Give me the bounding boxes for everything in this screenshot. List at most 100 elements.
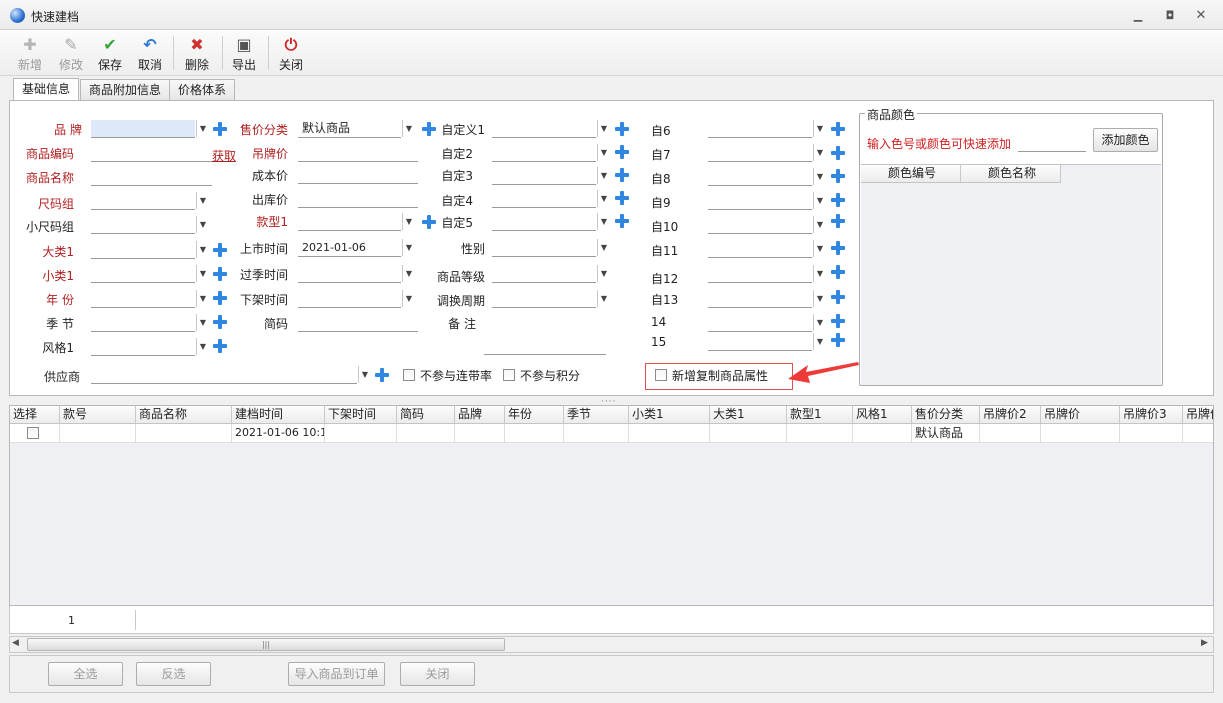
table-cell[interactable]: 2021-01-06 10:1	[232, 424, 325, 443]
add-c7-icon[interactable]	[831, 146, 845, 160]
chevron-down-icon[interactable]: ▼	[813, 216, 826, 233]
col-tag-price3[interactable]: 吊牌价3	[1120, 406, 1183, 424]
c12-select[interactable]	[708, 265, 812, 283]
close-button[interactable]: ⏻ 关闭	[275, 34, 307, 74]
add-custom3-icon[interactable]	[615, 168, 629, 182]
custom3-select[interactable]	[492, 167, 596, 185]
chevron-down-icon[interactable]: ▼	[597, 239, 610, 256]
chevron-down-icon[interactable]: ▼	[813, 192, 826, 209]
chevron-down-icon[interactable]: ▼	[813, 290, 826, 307]
chevron-down-icon[interactable]: ▼	[813, 144, 826, 161]
add-c14-icon[interactable]	[831, 314, 845, 328]
add-c8-icon[interactable]	[831, 169, 845, 183]
export-button[interactable]: ▣ 导出	[228, 34, 260, 74]
chevron-down-icon[interactable]: ▼	[813, 265, 826, 282]
table-cell[interactable]	[505, 424, 564, 443]
add-c11-icon[interactable]	[831, 241, 845, 255]
chevron-down-icon[interactable]: ▼	[597, 167, 610, 184]
col-tag-price[interactable]: 吊牌价	[1041, 406, 1120, 424]
table-cell[interactable]	[980, 424, 1041, 443]
add-c9-icon[interactable]	[831, 193, 845, 207]
c9-select[interactable]	[708, 192, 812, 210]
col-create-time[interactable]: 建档时间	[232, 406, 325, 424]
chevron-down-icon[interactable]: ▼	[196, 241, 209, 258]
minimize-icon[interactable]: ▁	[1131, 10, 1145, 22]
chevron-down-icon[interactable]: ▼	[196, 265, 209, 282]
add-season-icon[interactable]	[213, 315, 227, 329]
season-select[interactable]	[91, 314, 195, 332]
size-group-select[interactable]	[91, 192, 195, 210]
table-cell[interactable]	[710, 424, 787, 443]
col-style-no[interactable]: 款号	[60, 406, 136, 424]
chevron-down-icon[interactable]: ▼	[597, 120, 610, 137]
chevron-down-icon[interactable]: ▼	[813, 168, 826, 185]
chevron-down-icon[interactable]: ▼	[358, 366, 371, 383]
code-input[interactable]	[91, 144, 212, 162]
chevron-down-icon[interactable]: ▼	[813, 333, 826, 350]
custom2-select[interactable]	[492, 144, 596, 162]
row-select-cell[interactable]	[10, 424, 60, 443]
tab-basic-info[interactable]: 基础信息	[13, 78, 80, 101]
c15-select[interactable]	[708, 333, 812, 351]
chevron-down-icon[interactable]: ▼	[402, 265, 415, 282]
col-select[interactable]: 选择	[10, 406, 60, 424]
add-category1-icon[interactable]	[213, 243, 227, 257]
table-cell[interactable]	[60, 424, 136, 443]
col-tag-price2[interactable]: 吊牌价2	[980, 406, 1041, 424]
model1-select[interactable]	[298, 213, 401, 231]
exchange-period-select[interactable]	[492, 290, 596, 308]
table-cell[interactable]	[1120, 424, 1183, 443]
chevron-down-icon[interactable]: ▼	[597, 290, 610, 307]
category1-select[interactable]	[91, 241, 195, 259]
tab-price-system[interactable]: 价格体系	[169, 79, 236, 101]
c14-select[interactable]	[708, 314, 812, 332]
scroll-left-icon[interactable]: ◀	[12, 638, 19, 648]
custom5-select[interactable]	[492, 213, 596, 231]
scroll-thumb[interactable]: |||	[27, 638, 505, 651]
table-cell[interactable]	[136, 424, 232, 443]
chevron-down-icon[interactable]: ▼	[813, 314, 826, 331]
add-style1-icon[interactable]	[213, 339, 227, 353]
cost-input[interactable]	[298, 166, 418, 184]
col-model1[interactable]: 款型1	[787, 406, 853, 424]
subcategory1-select[interactable]	[91, 265, 195, 283]
small-size-group-select[interactable]	[91, 216, 195, 234]
brand-select[interactable]	[91, 120, 195, 138]
chevron-down-icon[interactable]: ▼	[196, 290, 209, 307]
price-category-select[interactable]: 默认商品	[298, 120, 401, 138]
c13-select[interactable]	[708, 290, 812, 308]
row-select-checkbox[interactable]	[27, 427, 39, 439]
col-delist-time[interactable]: 下架时间	[325, 406, 397, 424]
table-cell[interactable]	[787, 424, 853, 443]
col-year[interactable]: 年份	[505, 406, 564, 424]
add-c13-icon[interactable]	[831, 290, 845, 304]
table-cell[interactable]	[397, 424, 455, 443]
c11-select[interactable]	[708, 240, 812, 258]
col-brand[interactable]: 品牌	[455, 406, 505, 424]
chevron-down-icon[interactable]: ▼	[402, 239, 415, 256]
add-custom5-icon[interactable]	[615, 214, 629, 228]
restore-icon[interactable]: ◘	[1163, 10, 1177, 22]
delete-button[interactable]: ✖ 删除	[181, 34, 213, 74]
col-category1[interactable]: 大类1	[710, 406, 787, 424]
launch-time-input[interactable]: 2021-01-06	[298, 239, 401, 257]
add-year-icon[interactable]	[213, 291, 227, 305]
col-short-code[interactable]: 简码	[397, 406, 455, 424]
supplier-select[interactable]	[91, 366, 357, 384]
save-button[interactable]: ✔ 保存	[94, 34, 126, 74]
add-custom1-icon[interactable]	[615, 122, 629, 136]
add-c12-icon[interactable]	[831, 265, 845, 279]
tag-price-input[interactable]	[298, 144, 418, 162]
color-code-header[interactable]: 颜色编号	[861, 165, 961, 183]
add-color-button[interactable]: 添加颜色	[1093, 128, 1158, 152]
chevron-down-icon[interactable]: ▼	[813, 240, 826, 257]
col-tag-price-extra[interactable]: 吊牌价	[1183, 406, 1213, 424]
add-c15-icon[interactable]	[831, 333, 845, 347]
color-quick-input[interactable]	[1018, 134, 1086, 152]
chevron-down-icon[interactable]: ▼	[597, 265, 610, 282]
add-brand-icon[interactable]	[213, 122, 227, 136]
table-cell[interactable]	[455, 424, 505, 443]
c8-select[interactable]	[708, 168, 812, 186]
custom4-select[interactable]	[492, 190, 596, 208]
col-season[interactable]: 季节	[564, 406, 629, 424]
